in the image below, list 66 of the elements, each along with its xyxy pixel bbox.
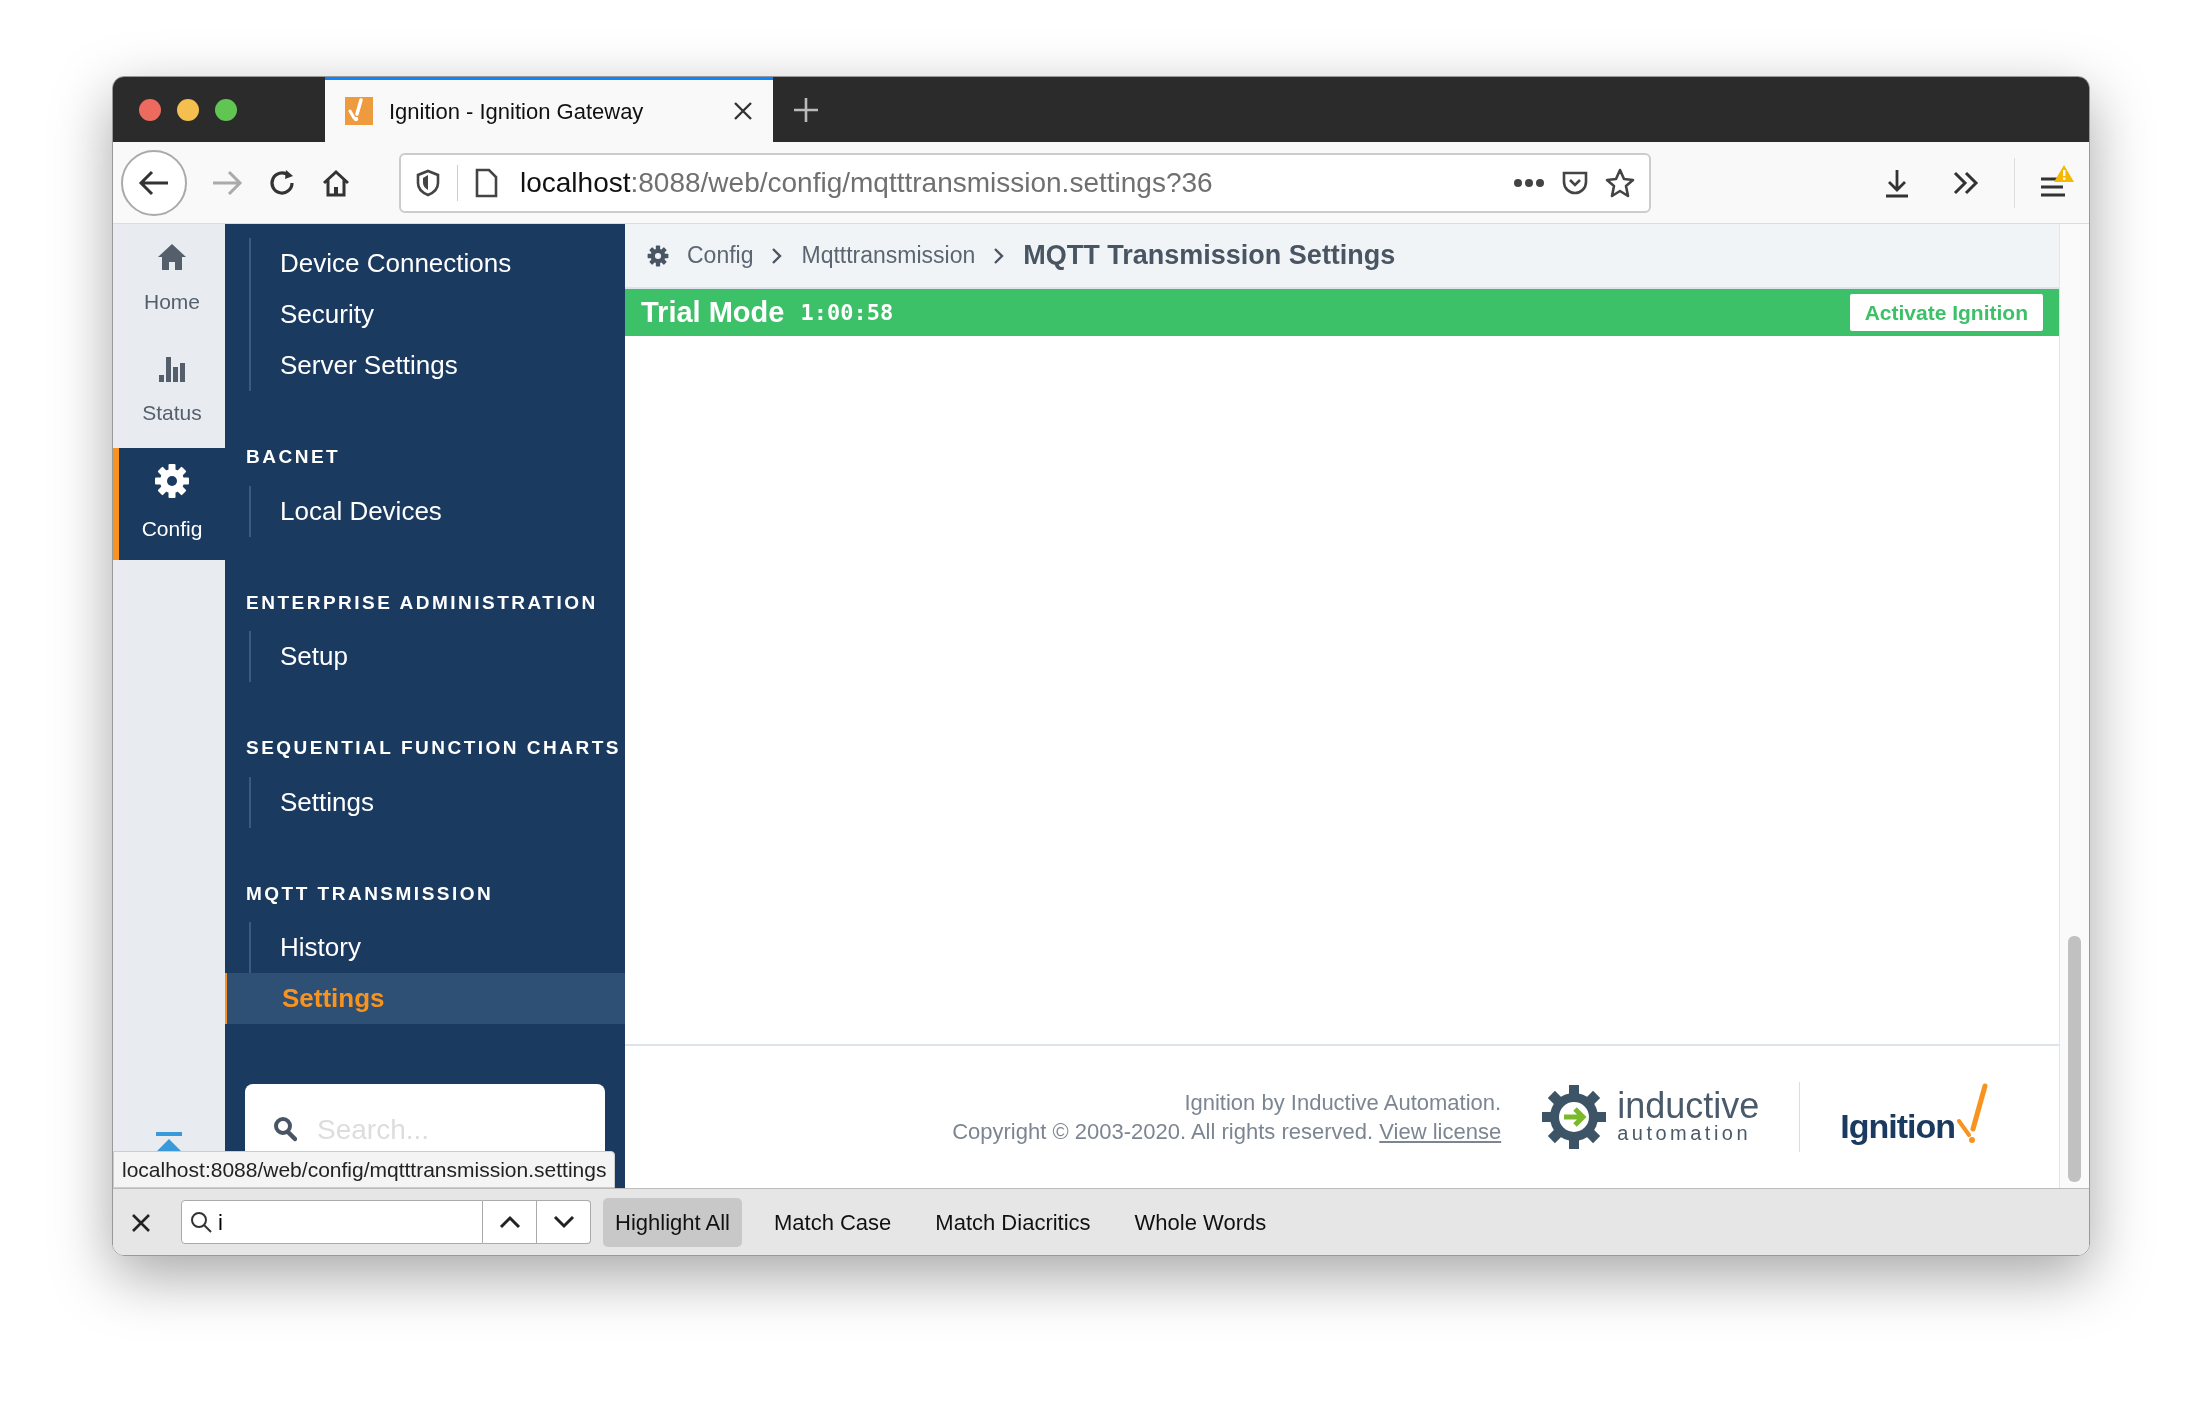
reload-icon[interactable]: [267, 167, 297, 198]
minimize-window-icon[interactable]: [177, 98, 199, 121]
chevron-right-icon: [993, 246, 1006, 265]
close-tab-icon[interactable]: [733, 101, 753, 121]
previous-match-button[interactable]: [483, 1200, 537, 1244]
find-option-button[interactable]: Highlight All: [603, 1197, 742, 1247]
close-window-icon[interactable]: [139, 98, 161, 121]
new-tab-icon[interactable]: [793, 96, 819, 123]
breadcrumb-link[interactable]: Config: [687, 238, 754, 273]
down-caret-icon: [552, 1215, 575, 1229]
sidebar-link[interactable]: Server Settings: [251, 340, 625, 391]
view-license-link[interactable]: View license: [1379, 1119, 1502, 1144]
breadcrumb-link[interactable]: Mqtttransmission: [801, 238, 976, 273]
download-icon[interactable]: [1884, 167, 1910, 198]
sidebar-link[interactable]: History: [251, 922, 625, 973]
section-heading: ENTERPRISE ADMINISTRATION: [245, 590, 599, 615]
sidebar-link[interactable]: Settings: [251, 776, 625, 828]
find-option-button[interactable]: Whole Words: [1122, 1197, 1279, 1247]
sidebar-link[interactable]: Device Connections: [251, 238, 625, 289]
up-caret-icon: [498, 1215, 521, 1229]
home-icon[interactable]: [321, 167, 351, 198]
rail-nav-item[interactable]: Home: [113, 224, 225, 336]
section-heading: MQTT TRANSMISSION: [245, 881, 495, 906]
sidebar-link[interactable]: Setup: [251, 631, 625, 682]
status-url-tooltip: localhost:8088/web/config/mqtttransmission.settings: [113, 1150, 616, 1188]
home-icon: [157, 242, 187, 273]
search-icon: [273, 1116, 297, 1142]
scrollbar-thumb[interactable]: [2068, 936, 2081, 1182]
address-bar[interactable]: localhost:8088/web/config/mqtttransmission.settings?36: [399, 152, 1651, 213]
rail-nav-item[interactable]: Config: [113, 448, 225, 560]
bar-chart-icon: [158, 355, 186, 384]
trial-timer: 1:00:58: [800, 299, 894, 327]
gear-icon: [154, 463, 190, 500]
footer-text: Ignition by Inductive Automation.: [1183, 1089, 1502, 1117]
page-title: MQTT Transmission Settings: [1023, 239, 1396, 273]
more-icon[interactable]: [1513, 177, 1545, 188]
gear-icon: [647, 244, 669, 267]
product-logo[interactable]: Ignition: [1840, 1082, 1989, 1152]
chevrons-icon[interactable]: [1952, 170, 1980, 195]
sidebar-link[interactable]: Security: [251, 289, 625, 340]
search-icon: [190, 1211, 212, 1233]
back-arrow-icon: [138, 168, 170, 197]
company-logo[interactable]: inductive automation: [1541, 1084, 1760, 1150]
find-option-button[interactable]: Match Case: [761, 1197, 904, 1247]
tab-title: Ignition - Ignition Gateway: [389, 97, 644, 126]
copyright-text: Copyright © 2003-2020. All rights reserved. View license: [952, 1118, 1502, 1146]
favicon-icon: [345, 97, 373, 125]
rail-nav-item[interactable]: Status: [113, 336, 225, 448]
trial-mode-label: Trial Mode: [641, 294, 785, 330]
url-text[interactable]: localhost:8088/web/config/mqtttransmission.settings?36: [514, 161, 1213, 204]
next-match-button[interactable]: [537, 1200, 591, 1244]
sidebar-link[interactable]: Settings: [225, 973, 625, 1024]
find-option-button[interactable]: Match Diacritics: [923, 1197, 1103, 1247]
page-icon: [474, 167, 498, 198]
zoom-window-icon[interactable]: [215, 98, 237, 121]
shield-icon[interactable]: [415, 168, 441, 197]
bookmark-star-icon[interactable]: [1605, 167, 1635, 198]
section-heading: BACNET: [245, 445, 342, 469]
pocket-icon[interactable]: [1561, 169, 1589, 196]
section-heading: SEQUENTIAL FUNCTION CHARTS: [245, 736, 622, 760]
close-icon: [131, 1212, 151, 1233]
gear-arrow-icon: [1541, 1084, 1608, 1150]
chevron-right-icon: [771, 246, 784, 265]
browser-tab[interactable]: Ignition - Ignition Gateway: [325, 77, 773, 142]
sidebar-link[interactable]: Local Devices: [251, 485, 625, 537]
find-field[interactable]: i: [181, 1200, 483, 1244]
